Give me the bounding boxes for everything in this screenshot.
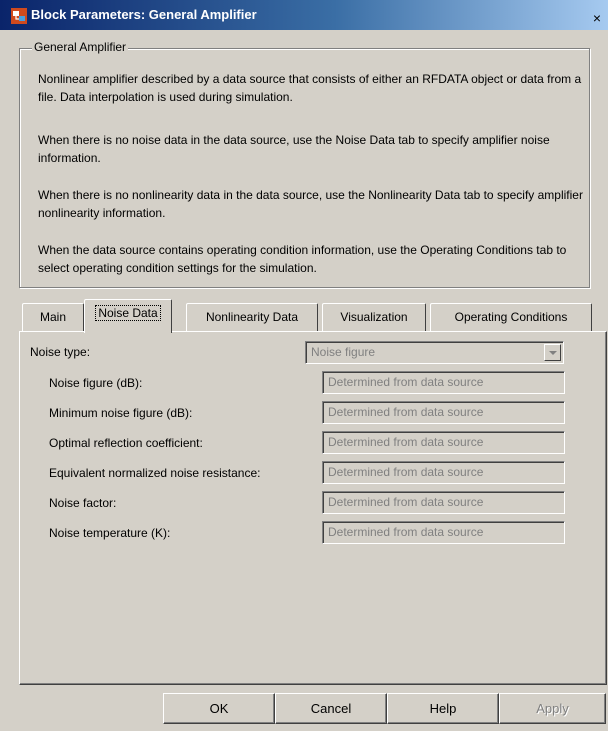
tab-noise-data[interactable]: Noise Data	[84, 299, 172, 333]
group-legend: General Amplifier	[32, 40, 129, 54]
noise-type-label: Noise type:	[30, 345, 91, 359]
description-paragraph: Nonlinear amplifier described by a data …	[38, 72, 582, 104]
equivalent-noise-resistance-field[interactable]: Determined from data source	[322, 461, 565, 484]
window-title: Block Parameters: General Amplifier	[31, 7, 257, 22]
tab-visualization[interactable]: Visualization	[322, 303, 426, 331]
simulink-block-icon	[11, 8, 27, 24]
noise-type-dropdown[interactable]: Noise figure	[305, 341, 564, 364]
close-icon[interactable]: ×	[588, 9, 606, 27]
description-paragraph: When there is no nonlinearity data in th…	[38, 188, 583, 220]
description-paragraph: When the data source contains operating …	[38, 243, 567, 275]
minimum-noise-figure-field[interactable]: Determined from data source	[322, 401, 565, 424]
minimum-noise-figure-label: Minimum noise figure (dB):	[49, 406, 193, 420]
cancel-button[interactable]: Cancel	[275, 693, 387, 724]
equivalent-noise-resistance-label: Equivalent normalized noise resistance:	[49, 466, 261, 480]
noise-type-value: Noise figure	[311, 345, 376, 359]
ok-button[interactable]: OK	[163, 693, 275, 724]
noise-factor-label: Noise factor:	[49, 496, 117, 510]
noise-temperature-label: Noise temperature (K):	[49, 526, 171, 540]
noise-figure-field[interactable]: Determined from data source	[322, 371, 565, 394]
optimal-reflection-coefficient-label: Optimal reflection coefficient:	[49, 436, 203, 450]
help-button[interactable]: Help	[387, 693, 499, 724]
title-bar[interactable]: Block Parameters: General Amplifier	[0, 0, 608, 30]
tab-nonlinearity-data[interactable]: Nonlinearity Data	[186, 303, 318, 331]
noise-factor-field[interactable]: Determined from data source	[322, 491, 565, 514]
tab-operating-conditions[interactable]: Operating Conditions	[430, 303, 592, 331]
optimal-reflection-coefficient-field[interactable]: Determined from data source	[322, 431, 565, 454]
chevron-down-icon[interactable]	[544, 344, 561, 361]
noise-figure-label: Noise figure (dB):	[49, 376, 143, 390]
description-paragraph: When there is no noise data in the data …	[38, 133, 550, 165]
apply-button[interactable]: Apply	[499, 693, 606, 724]
tab-main[interactable]: Main	[22, 303, 84, 331]
noise-temperature-field[interactable]: Determined from data source	[322, 521, 565, 544]
